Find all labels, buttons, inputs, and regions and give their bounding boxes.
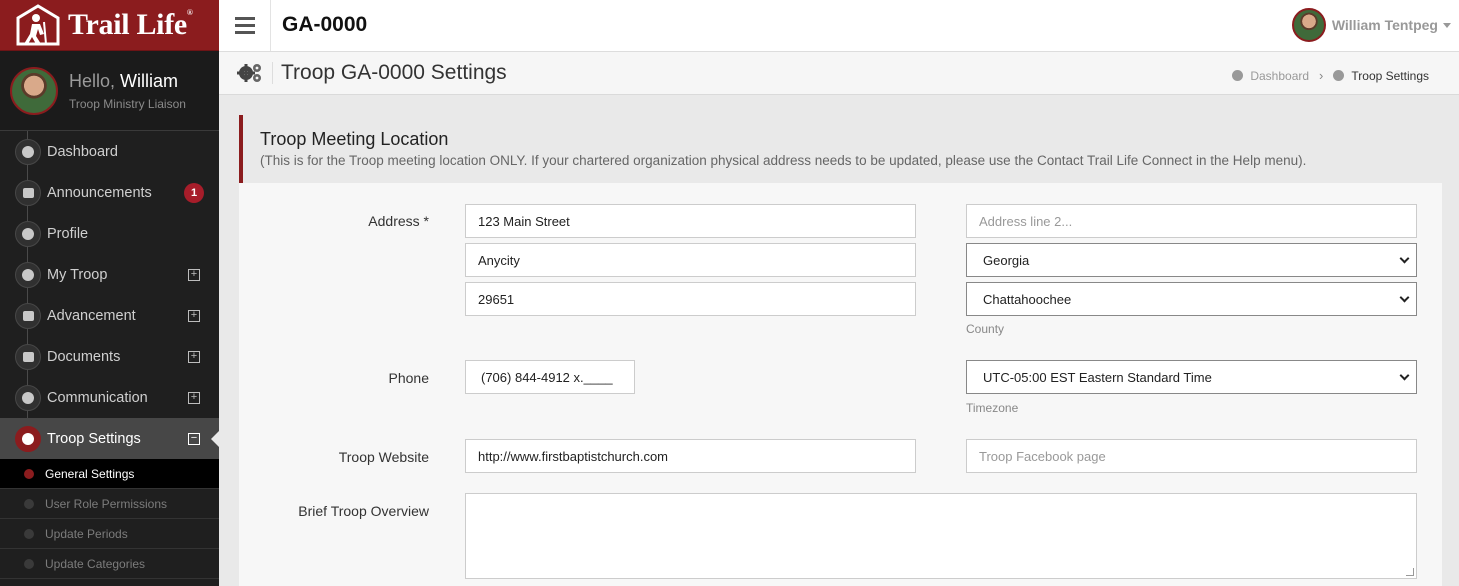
sidebar-item-announcements[interactable]: Announcements 1 <box>0 172 219 213</box>
chevron-right-icon: › <box>1319 68 1324 83</box>
chevron-down-icon <box>1399 292 1410 302</box>
chevron-down-icon <box>1399 370 1410 380</box>
troop-settings-submenu: General Settings User Role Permissions U… <box>0 459 219 579</box>
brand-logo[interactable]: Trail Life® <box>0 0 219 51</box>
sidebar-item-label: Communication <box>47 389 148 406</box>
expand-icon[interactable]: + <box>188 268 200 281</box>
timezone-select[interactable]: UTC-05:00 EST Eastern Standard Time <box>966 360 1417 394</box>
megaphone-icon <box>15 179 41 206</box>
sidebar-item-my-troop[interactable]: My Troop + <box>0 254 219 295</box>
brand-name: Trail Life® <box>68 8 193 41</box>
sidebar-item-profile[interactable]: Profile <box>0 213 219 254</box>
menu-toggle-icon[interactable] <box>219 0 271 51</box>
overview-label: Brief Troop Overview <box>298 503 429 519</box>
sidebar-item-documents[interactable]: Documents + <box>0 336 219 377</box>
submenu-item-label: Update Periods <box>45 526 128 541</box>
collapse-icon[interactable]: − <box>188 432 200 445</box>
bullet-icon <box>24 468 34 479</box>
section-title: Troop Meeting Location <box>260 129 449 149</box>
city-input[interactable]: Anycity <box>465 243 916 277</box>
submenu-item-label: User Role Permissions <box>45 496 168 511</box>
user-role: Troop Ministry Liaison <box>69 96 186 111</box>
top-bar: GA-0000 William Tentpeg <box>219 0 1459 52</box>
sidebar-item-label: Profile <box>47 225 89 242</box>
timezone-help: Timezone <box>966 401 1019 415</box>
user-icon <box>15 220 41 247</box>
section-note: (This is for the Troop meeting location … <box>260 153 1307 168</box>
phone-input[interactable]: (706) 844-4912 x.____ <box>465 360 635 394</box>
breadcrumb: Dashboard › Troop Settings <box>1232 68 1429 83</box>
sidebar-item-label: Documents <box>47 348 121 365</box>
submenu-item-user-role-permissions[interactable]: User Role Permissions <box>0 489 219 519</box>
expand-icon[interactable]: + <box>188 391 200 404</box>
sidebar-item-label: Dashboard <box>47 143 118 160</box>
avatar <box>1291 8 1326 42</box>
envelope-icon <box>15 384 41 411</box>
address-line2-input[interactable]: Address line 2... <box>966 204 1417 238</box>
overview-textarea[interactable] <box>465 493 1417 579</box>
user-name: William Tentpeg <box>1331 17 1438 33</box>
user-profile-box: Hello, William Troop Ministry Liaison <box>0 51 219 131</box>
sidebar-item-label: Troop Settings <box>47 430 141 447</box>
county-select[interactable]: Chattahoochee <box>966 282 1417 316</box>
document-icon <box>15 343 41 370</box>
submenu-item-general-settings[interactable]: General Settings <box>0 459 219 489</box>
chevron-down-icon <box>1399 253 1410 263</box>
page-header: Troop GA-0000 Settings Dashboard › Troop… <box>219 52 1459 95</box>
resize-handle-icon[interactable] <box>1406 568 1414 576</box>
county-help: County <box>966 322 1005 336</box>
sidebar-item-communication[interactable]: Communication + <box>0 377 219 418</box>
dashboard-icon <box>1232 70 1244 81</box>
sidebar-item-label: Announcements <box>47 184 152 201</box>
bullet-icon <box>24 558 34 569</box>
sidebar-nav: Dashboard Announcements 1 Profile My Tro… <box>0 131 219 459</box>
submenu-item-label: Update Categories <box>45 556 146 571</box>
state-select-value: Georgia <box>983 252 1030 268</box>
county-select-value: Chattahoochee <box>983 291 1072 307</box>
cogs-icon <box>1333 70 1345 81</box>
address-line1-input[interactable]: 123 Main Street <box>465 204 916 238</box>
address-label: Address * <box>368 213 429 229</box>
bullet-icon <box>24 498 34 509</box>
page-title: Troop GA-0000 Settings <box>281 61 507 84</box>
submenu-item-label: General Settings <box>45 466 135 481</box>
users-icon <box>15 261 41 288</box>
timezone-select-value: UTC-05:00 EST Eastern Standard Time <box>983 369 1212 385</box>
sidebar-item-label: My Troop <box>47 266 108 283</box>
bullet-icon <box>24 528 34 539</box>
expand-icon[interactable]: + <box>188 350 200 363</box>
hiker-icon <box>15 302 41 329</box>
website-input[interactable]: http://www.firstbaptistchurch.com <box>465 439 916 473</box>
breadcrumb-current: Troop Settings <box>1333 69 1429 83</box>
sidebar-item-label: Advancement <box>47 307 136 324</box>
website-label: Troop Website <box>338 449 429 465</box>
sidebar: Trail Life® Hello, William Troop Ministr… <box>0 0 219 586</box>
troop-meeting-location-panel: Troop Meeting Location (This is for the … <box>239 115 1442 586</box>
cogs-icon <box>236 62 264 87</box>
sidebar-item-dashboard[interactable]: Dashboard <box>0 131 219 172</box>
zip-input[interactable]: 29651 <box>465 282 916 316</box>
user-menu[interactable]: William Tentpeg <box>1291 8 1451 42</box>
sidebar-item-advancement[interactable]: Advancement + <box>0 295 219 336</box>
breadcrumb-dashboard-link[interactable]: Dashboard <box>1232 69 1309 83</box>
trail-life-logo-icon <box>14 4 62 46</box>
dashboard-icon <box>15 138 41 165</box>
cogs-icon <box>15 425 41 452</box>
phone-label: Phone <box>388 370 429 386</box>
caret-down-icon <box>1443 22 1451 28</box>
facebook-input[interactable]: Troop Facebook page <box>966 439 1417 473</box>
submenu-item-update-periods[interactable]: Update Periods <box>0 519 219 549</box>
avatar[interactable] <box>10 66 58 115</box>
notification-badge: 1 <box>184 182 204 203</box>
troop-id: GA-0000 <box>282 13 368 36</box>
sidebar-item-troop-settings[interactable]: Troop Settings − <box>0 418 219 459</box>
greeting: Hello, William <box>69 70 179 91</box>
expand-icon[interactable]: + <box>188 309 200 322</box>
panel-header: Troop Meeting Location (This is for the … <box>239 115 1442 183</box>
state-select[interactable]: Georgia <box>966 243 1417 277</box>
submenu-item-update-categories[interactable]: Update Categories <box>0 549 219 579</box>
